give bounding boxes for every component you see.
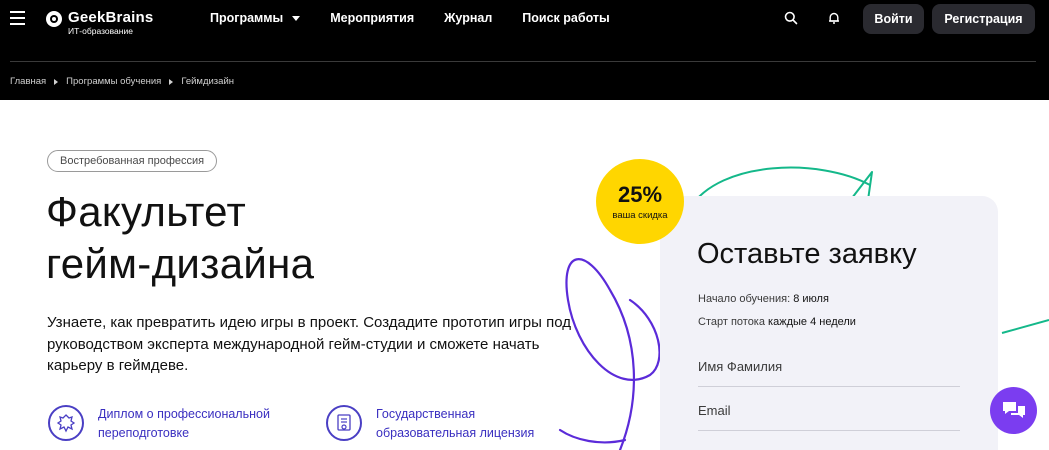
chat-button[interactable] bbox=[990, 387, 1037, 434]
search-icon[interactable] bbox=[784, 11, 798, 25]
feature-label: образовательная лицензия bbox=[376, 426, 535, 440]
status-badge: Востребованная профессия bbox=[47, 150, 218, 172]
feature-label: Государственная bbox=[376, 407, 476, 421]
page-title-line: гейм-дизайна bbox=[46, 240, 315, 287]
nav-item-job-search[interactable]: Поиск работы bbox=[522, 11, 609, 25]
logo-name: GeekBrains bbox=[68, 9, 154, 26]
form-start-date: Начало обучения: 8 июля bbox=[698, 293, 829, 305]
nav-item-journal[interactable]: Журнал bbox=[444, 11, 492, 25]
hero-description: Узнаете, как превратить идею игры в прое… bbox=[47, 314, 571, 374]
divider bbox=[10, 61, 1036, 62]
menu-icon[interactable] bbox=[10, 11, 25, 25]
chevron-right-icon bbox=[169, 78, 174, 85]
register-button[interactable]: Регистрация bbox=[932, 4, 1035, 34]
logo-subtitle: ИТ-образование bbox=[68, 26, 133, 36]
logo-icon bbox=[46, 11, 62, 27]
emblem-icon bbox=[48, 405, 84, 441]
main-nav: Программы Мероприятия Журнал Поиск работ… bbox=[210, 11, 640, 25]
discount-badge: 25% ваша скидка bbox=[596, 159, 684, 244]
chevron-right-icon bbox=[54, 78, 59, 85]
breadcrumb-current: Геймдизайн bbox=[181, 76, 235, 87]
chat-icon bbox=[1002, 401, 1025, 418]
form-stream: Старт потока каждые 4 недели bbox=[698, 316, 856, 328]
nav-item-events[interactable]: Мероприятия bbox=[330, 11, 414, 25]
chevron-down-icon bbox=[292, 15, 301, 21]
nav-item-label: Поиск работы bbox=[522, 11, 610, 25]
name-field[interactable]: Имя Фамилия bbox=[698, 359, 960, 387]
page-title: Факультет гейм-дизайна bbox=[46, 186, 314, 290]
top-header: GeekBrains ИТ-образование Программы Меро… bbox=[0, 0, 1049, 100]
stream-value: каждые 4 недели bbox=[768, 316, 856, 328]
feature-license[interactable]: Государственная образовательная лицензия bbox=[326, 405, 534, 443]
nav-item-programs[interactable]: Программы bbox=[210, 11, 301, 25]
breadcrumb-programs[interactable]: Программы обучения bbox=[66, 76, 161, 87]
bell-icon[interactable] bbox=[827, 11, 841, 25]
logo[interactable]: GeekBrains ИТ-образование bbox=[46, 9, 153, 36]
breadcrumb-home[interactable]: Главная bbox=[10, 76, 46, 87]
email-field[interactable]: Email bbox=[698, 403, 960, 431]
feature-label: переподготовке bbox=[98, 426, 190, 440]
nav-item-label: Журнал bbox=[444, 11, 493, 25]
start-label: Начало обучения: bbox=[698, 293, 791, 305]
stream-label: Старт потока bbox=[698, 316, 765, 328]
certificate-icon bbox=[326, 405, 362, 441]
breadcrumb: Главная Программы обучения Геймдизайн bbox=[10, 76, 234, 87]
start-value: 8 июля bbox=[793, 293, 829, 305]
discount-label: ваша скидка bbox=[612, 209, 668, 221]
form-title: Оставьте заявку bbox=[697, 238, 917, 270]
nav-item-label: Программы bbox=[210, 11, 284, 25]
name-placeholder: Имя Фамилия bbox=[698, 359, 783, 374]
login-button[interactable]: Войти bbox=[863, 4, 924, 34]
email-placeholder: Email bbox=[698, 403, 731, 418]
feature-diploma[interactable]: Диплом о профессиональной переподготовке bbox=[48, 405, 270, 443]
application-form: Оставьте заявку Начало обучения: 8 июля … bbox=[660, 196, 998, 450]
discount-percent: 25% bbox=[617, 181, 663, 207]
page-title-line: Факультет bbox=[46, 188, 246, 235]
feature-label: Диплом о профессиональной bbox=[98, 407, 270, 421]
nav-item-label: Мероприятия bbox=[330, 11, 415, 25]
